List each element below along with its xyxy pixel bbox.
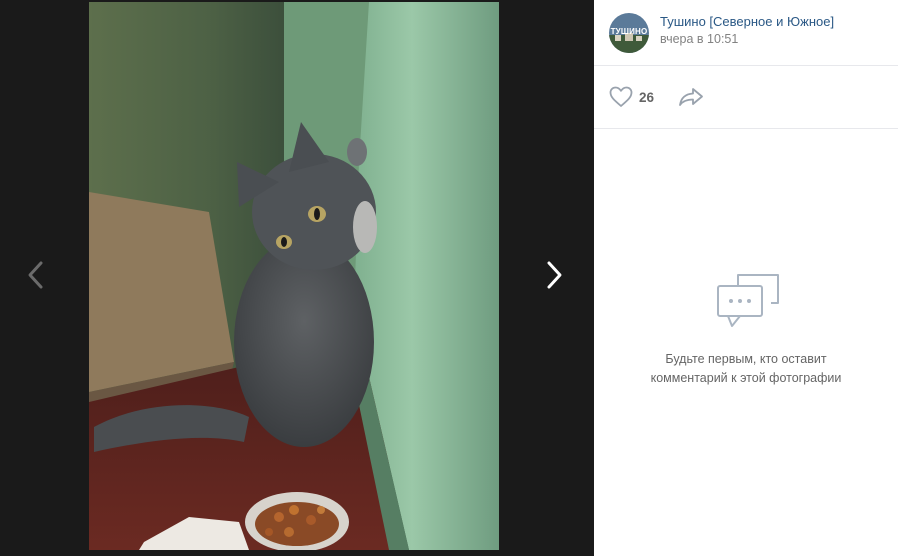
avatar-text: ТУШИНО [610,26,648,36]
comments-empty-text: Будьте первым, кто оставит комментарий к… [614,350,878,388]
comments-empty-line1: Будьте первым, кто оставит [665,352,827,366]
photo-sidebar: ТУШИНО Тушино [Северное и Южное] вчера в… [594,0,898,556]
photo[interactable] [89,2,499,550]
post-actions: 26 [594,66,898,129]
post-header: ТУШИНО Тушино [Северное и Южное] вчера в… [594,0,898,66]
like-count: 26 [639,89,655,105]
share-button[interactable] [678,87,704,107]
previous-photo-button[interactable] [16,250,56,300]
owner-name-link[interactable]: Тушино [Северное и Южное] [660,13,834,30]
comments-icon [717,274,779,327]
group-avatar[interactable]: ТУШИНО [609,12,649,53]
post-date[interactable]: вчера в 10:51 [660,31,834,48]
next-photo-button[interactable] [534,250,574,300]
photo-viewer [0,0,594,556]
comments-empty-line2: комментарий к этой фотографии [650,371,842,385]
heart-icon [609,86,633,107]
chevron-left-icon [28,261,43,289]
cat-photo-image [89,2,499,550]
like-button[interactable]: 26 [609,86,654,108]
share-arrow-icon [679,88,703,106]
post-meta: Тушино [Северное и Южное] вчера в 10:51 [660,13,834,48]
comments-empty-state: Будьте первым, кто оставит комментарий к… [594,130,898,556]
chevron-right-icon [547,261,562,289]
